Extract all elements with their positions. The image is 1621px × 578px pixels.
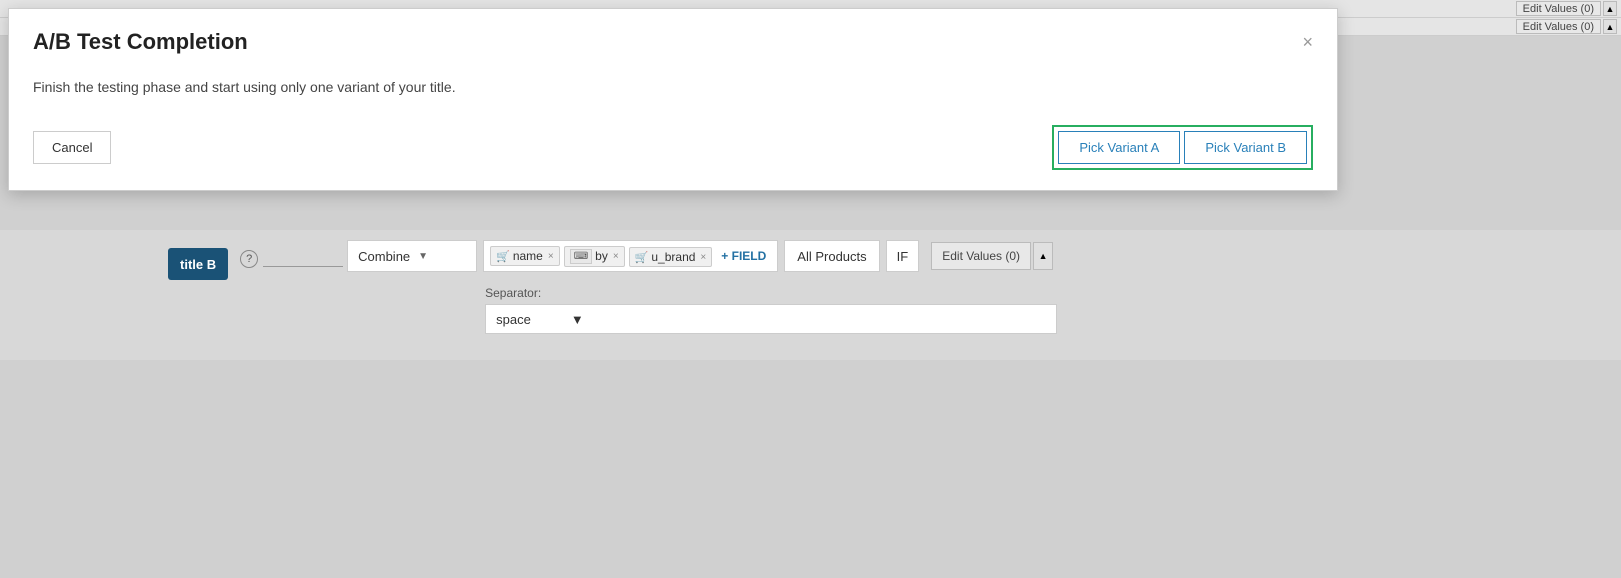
separator-value: space [496,312,531,327]
keyboard-icon-by: ⌨ [570,249,592,264]
cancel-button[interactable]: Cancel [33,131,111,164]
combine-dropdown[interactable]: Combine ▼ [347,240,477,272]
connector-line [263,266,343,267]
title-b-section: title B ? Combine ▼ 🛒 name × ⌨ by × [0,230,1621,360]
separator-arrow-icon: ▼ [571,312,584,327]
separator-section: Separator: space ▼ [485,286,1057,334]
combine-arrow-icon: ▼ [418,251,428,262]
field-tag-ubrand: 🛒 u_brand × [629,247,713,267]
question-mark-icon[interactable]: ? [240,250,258,268]
modal-close-button[interactable]: × [1302,33,1313,51]
variant-buttons-group: Pick Variant A Pick Variant B [1052,125,1313,170]
field-by-label: by [595,249,608,263]
cart-icon-name: 🛒 [496,250,510,263]
if-button[interactable]: IF [886,240,920,272]
pick-variant-a-button[interactable]: Pick Variant A [1058,131,1180,164]
field-tag-name: 🛒 name × [490,246,560,266]
field-name-label: name [513,249,543,263]
modal-header: A/B Test Completion × [9,9,1337,65]
modal-overlay: A/B Test Completion × Finish the testing… [0,0,1621,240]
field-ubrand-label: u_brand [651,250,695,264]
title-b-badge[interactable]: title B [168,248,228,280]
separator-dropdown[interactable]: space ▼ [485,304,1057,334]
remove-ubrand-field-button[interactable]: × [700,252,706,263]
remove-name-field-button[interactable]: × [548,251,554,262]
fields-box: 🛒 name × ⌨ by × 🛒 u_brand × + FIELD [483,240,778,272]
edit-values-title-b-button[interactable]: Edit Values (0) [931,242,1031,270]
remove-by-field-button[interactable]: × [613,251,619,262]
pick-variant-b-button[interactable]: Pick Variant B [1184,131,1307,164]
separator-label: Separator: [485,286,1057,300]
cart-icon-ubrand: 🛒 [635,251,649,264]
modal-body: Finish the testing phase and start using… [9,65,1337,115]
ab-test-modal: A/B Test Completion × Finish the testing… [8,8,1338,191]
modal-footer: Cancel Pick Variant A Pick Variant B [9,115,1337,190]
arrow-title-b-button[interactable]: ▲ [1033,242,1053,270]
field-tag-by: ⌨ by × [564,246,625,267]
add-field-button[interactable]: + FIELD [716,247,771,265]
all-products-button[interactable]: All Products [784,240,879,272]
modal-body-text: Finish the testing phase and start using… [33,79,456,95]
combine-label: Combine [358,249,410,264]
modal-title: A/B Test Completion [33,29,248,55]
